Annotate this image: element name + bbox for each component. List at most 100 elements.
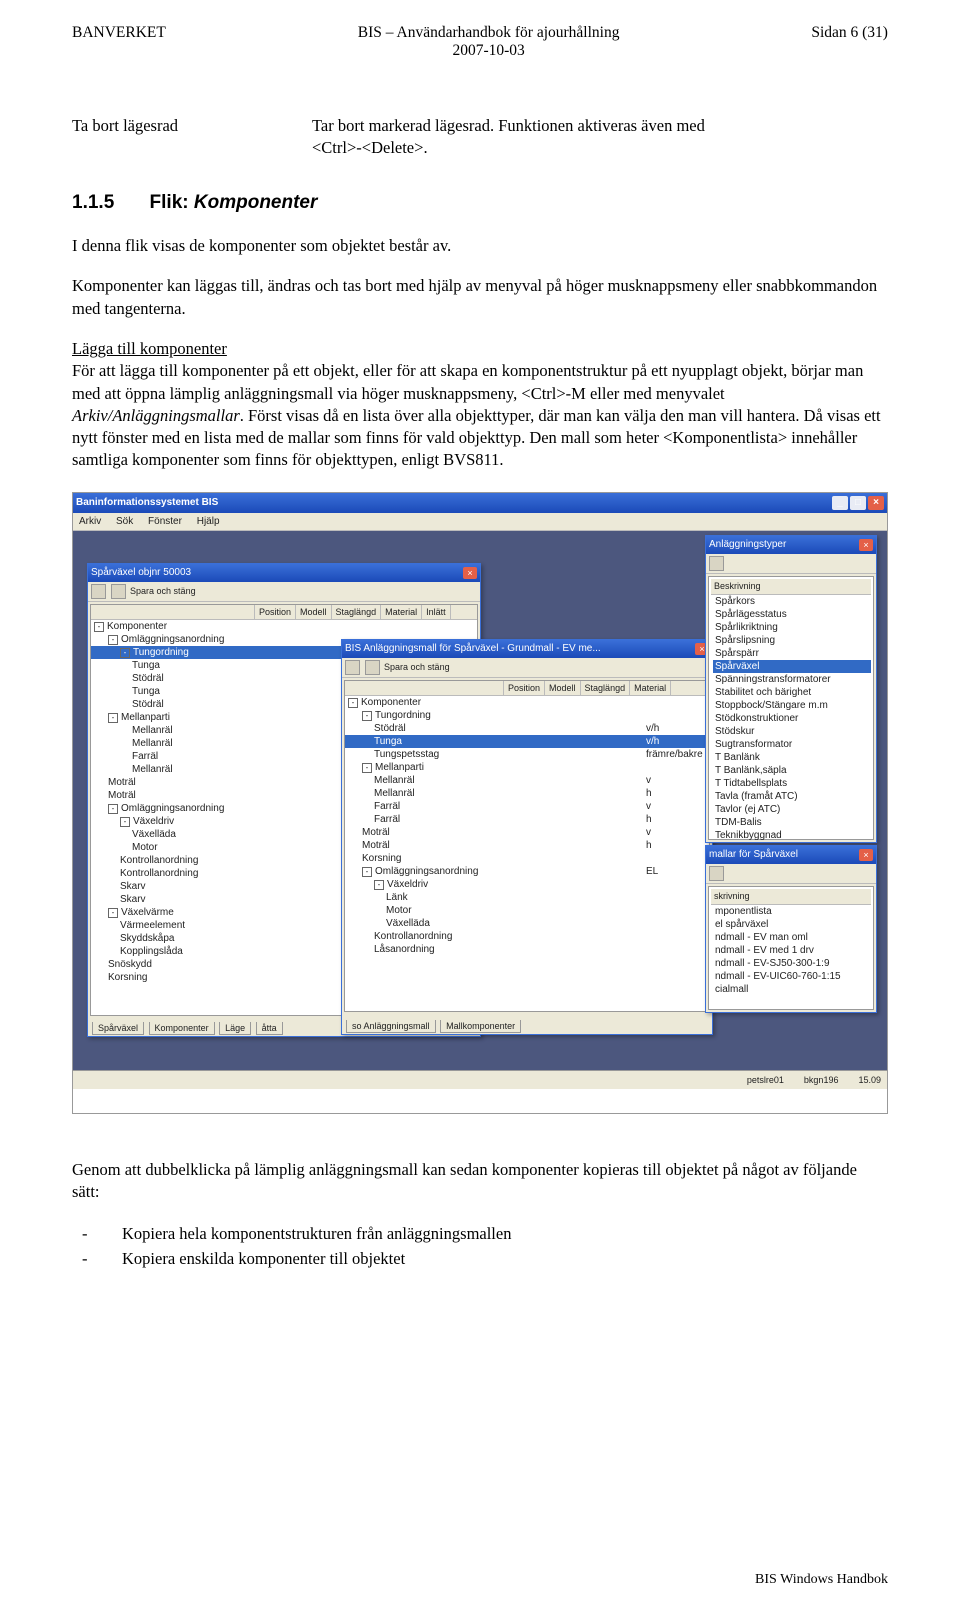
statusbar: petslre01 bkgn196 15.09 xyxy=(73,1070,887,1089)
definition-row: Ta bort lägesrad Tar bort markerad läges… xyxy=(72,115,888,160)
w2-tree[interactable]: Position Modell Staglängd Material -Komp… xyxy=(344,680,710,1012)
tree-row[interactable]: Korsning xyxy=(345,852,709,865)
list-item[interactable]: Stoppbock/Stängare m.m xyxy=(713,699,871,712)
tab[interactable]: Spårväxel xyxy=(92,1022,144,1035)
list-item[interactable]: mponentlista xyxy=(713,905,871,918)
toolbar-icon[interactable] xyxy=(709,556,724,571)
app-screenshot: Baninformationssystemet BIS _ □ × Arkiv … xyxy=(72,492,888,1114)
tree-row[interactable]: -Växeldriv xyxy=(345,878,709,891)
tree-row[interactable]: Stödrälv/h xyxy=(345,722,709,735)
tree-row[interactable]: Kontrollanordning xyxy=(345,930,709,943)
close-icon[interactable]: × xyxy=(463,567,477,579)
tab[interactable]: Läge xyxy=(219,1022,251,1035)
mdi-workspace: Spårväxel objnr 50003 × Spara och stäng … xyxy=(73,531,887,1089)
definition-term: Ta bort lägesrad xyxy=(72,115,252,160)
close-icon[interactable]: × xyxy=(859,539,873,551)
list-item[interactable]: Spårkors xyxy=(713,595,871,608)
tree-row[interactable]: -Komponenter xyxy=(345,696,709,709)
tree-row[interactable]: -Komponenter xyxy=(91,620,477,633)
list-item[interactable]: T Tidtabellsplats xyxy=(713,777,871,790)
tree-row[interactable]: Farrälh xyxy=(345,813,709,826)
list-item[interactable]: Teknikbyggnad xyxy=(713,829,871,842)
bullet-item: -Kopiera enskilda komponenter till objek… xyxy=(72,1248,888,1270)
list-item[interactable]: ndmall - EV med 1 drv xyxy=(713,944,871,957)
menu-arkiv[interactable]: Arkiv xyxy=(79,516,101,527)
tree-row[interactable]: Tungspetsstagfrämre/bakre xyxy=(345,748,709,761)
list-item[interactable]: Spårväxel xyxy=(713,660,871,673)
list-item[interactable]: T Banlänk,säpla xyxy=(713,764,871,777)
window-anlaggningstyper: Anläggningstyper × Beskrivning SpårkorsS… xyxy=(705,535,877,843)
save-icon[interactable] xyxy=(345,660,360,675)
tree-row[interactable]: Motor xyxy=(345,904,709,917)
close-icon[interactable]: × xyxy=(859,849,873,861)
w1-titlebar: Spårväxel objnr 50003 × xyxy=(88,564,480,582)
list-item[interactable]: Spårslipsning xyxy=(713,634,871,647)
window-controls: _ □ × xyxy=(832,496,884,510)
tree-row[interactable]: Mellanrälh xyxy=(345,787,709,800)
list-item[interactable]: TDM-Balis xyxy=(713,816,871,829)
list-item[interactable]: Sugtransformator xyxy=(713,738,871,751)
tree-row[interactable]: Moträlh xyxy=(345,839,709,852)
list-item[interactable]: el spårväxel xyxy=(713,918,871,931)
tree-row[interactable]: Moträlv xyxy=(345,826,709,839)
toolbar-icon[interactable] xyxy=(709,866,724,881)
menu-hjalp[interactable]: Hjälp xyxy=(197,516,220,527)
w2-toolbar: Spara och stäng xyxy=(342,658,712,678)
print-icon[interactable] xyxy=(365,660,380,675)
list-item[interactable]: Spårspärr xyxy=(713,647,871,660)
w3-list[interactable]: Beskrivning SpårkorsSpårlägesstatusSpårl… xyxy=(708,576,874,840)
w4-titlebar: mallar för Spårväxel × xyxy=(706,846,876,864)
tab[interactable]: åtta xyxy=(256,1022,283,1035)
list-item[interactable]: cialmall xyxy=(713,983,871,996)
tab[interactable]: so Anläggningsmall xyxy=(346,1020,436,1033)
tree-row[interactable]: -OmläggningsanordningEL xyxy=(345,865,709,878)
save-icon[interactable] xyxy=(91,584,106,599)
paragraph-2: Komponenter kan läggas till, ändras och … xyxy=(72,275,888,320)
outro-paragraph: Genom att dubbelklicka på lämplig anlägg… xyxy=(72,1159,888,1204)
w2-tabs: so Anläggningsmall Mallkomponenter xyxy=(346,1020,523,1032)
list-item[interactable]: Stödskur xyxy=(713,725,871,738)
save-close-button[interactable]: Spara och stäng xyxy=(130,586,196,596)
w3-toolbar xyxy=(706,554,876,574)
main-titlebar: Baninformationssystemet BIS _ □ × xyxy=(73,493,887,513)
list-item[interactable]: Spårlägesstatus xyxy=(713,608,871,621)
tree-row[interactable]: Mellanrälv xyxy=(345,774,709,787)
tree-row[interactable]: Låsanordning xyxy=(345,943,709,956)
list-item[interactable]: Spänningstransformatorer xyxy=(713,673,871,686)
menu-sok[interactable]: Sök xyxy=(116,516,133,527)
maximize-icon[interactable]: □ xyxy=(850,496,866,510)
list-item[interactable]: ndmall - EV-SJ50-300-1:9 xyxy=(713,957,871,970)
tab[interactable]: Komponenter xyxy=(149,1022,215,1035)
tree-row[interactable]: Farrälv xyxy=(345,800,709,813)
tree-row[interactable]: Länk xyxy=(345,891,709,904)
header-title: BIS – Användarhandbok för ajourhållning xyxy=(358,24,620,42)
w1-columns: Position Modell Staglängd Material Inlät… xyxy=(91,605,477,620)
w1-toolbar: Spara och stäng xyxy=(88,582,480,602)
section-heading: 1.1.5 Flik: Komponenter xyxy=(72,190,888,216)
close-icon[interactable]: × xyxy=(868,496,884,510)
subsection-heading: Lägga till komponenter xyxy=(72,339,227,358)
list-item[interactable]: Stabilitet och bärighet xyxy=(713,686,871,699)
list-item[interactable]: T Banlänk xyxy=(713,751,871,764)
list-item[interactable]: ndmall - EV man oml xyxy=(713,931,871,944)
list-item[interactable]: ndmall - EV-UIC60-760-1:15 xyxy=(713,970,871,983)
tree-row[interactable]: -Tungordning xyxy=(345,709,709,722)
window-anlaggningsmall: BIS Anläggningsmall för Spårväxel - Grun… xyxy=(341,639,713,1035)
tree-row[interactable]: Växelläda xyxy=(345,917,709,930)
tab[interactable]: Mallkomponenter xyxy=(440,1020,521,1033)
list-item[interactable]: Spårlikriktning xyxy=(713,621,871,634)
minimize-icon[interactable]: _ xyxy=(832,496,848,510)
window-mallar: mallar för Spårväxel × skrivning mponent… xyxy=(705,845,877,1013)
w4-list[interactable]: skrivning mponentlistael spårväxelndmall… xyxy=(708,886,874,1010)
list-item[interactable]: Stödkonstruktioner xyxy=(713,712,871,725)
save-close-button[interactable]: Spara och stäng xyxy=(384,662,450,672)
list-item[interactable]: Tavla (framåt ATC) xyxy=(713,790,871,803)
menu-fonster[interactable]: Fönster xyxy=(148,516,182,527)
w1-tabs: Spårväxel Komponenter Läge åtta xyxy=(92,1022,285,1034)
header-center: BIS – Användarhandbok för ajourhållning … xyxy=(358,24,620,60)
page-header: BANVERKET BIS – Användarhandbok för ajou… xyxy=(72,24,888,60)
list-item[interactable]: Tavlor (ej ATC) xyxy=(713,803,871,816)
tree-row[interactable]: Tungav/h xyxy=(345,735,709,748)
print-icon[interactable] xyxy=(111,584,126,599)
tree-row[interactable]: -Mellanparti xyxy=(345,761,709,774)
